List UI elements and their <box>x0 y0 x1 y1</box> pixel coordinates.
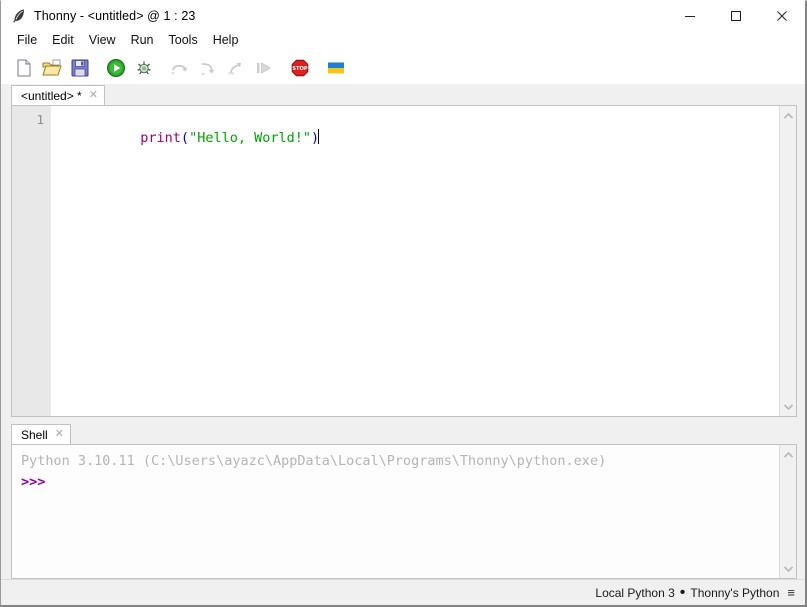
resume-icon <box>253 57 275 79</box>
editor-tab-untitled[interactable]: <untitled> * ✕ <box>11 85 105 105</box>
editor-gutter: 1 <box>12 106 51 416</box>
shell-banner: Python 3.10.11 (C:\Users\ayazc\AppData\L… <box>21 451 779 472</box>
interpreter-variant-label[interactable]: Thonny's Python <box>690 586 779 600</box>
minimize-button[interactable] <box>667 1 713 30</box>
step-over-icon <box>169 57 191 79</box>
window-title: Thonny - <untitled> @ 1 : 23 <box>34 9 195 23</box>
editor-scrollbar[interactable] <box>779 106 796 416</box>
maximize-button[interactable] <box>713 1 759 30</box>
menu-item-help[interactable]: Help <box>206 32 247 49</box>
line-number: 1 <box>12 111 51 129</box>
shell-prompt: >>> <box>21 472 779 493</box>
close-icon[interactable]: ✕ <box>89 90 98 101</box>
scroll-up-icon[interactable] <box>780 448 797 462</box>
open-file-icon[interactable] <box>41 57 63 79</box>
scroll-down-icon[interactable] <box>780 399 797 413</box>
window-controls <box>667 1 805 30</box>
menu-item-view[interactable]: View <box>82 32 124 49</box>
close-button[interactable] <box>759 1 805 30</box>
thonny-window: Thonny - <untitled> @ 1 : 23 Fi <box>0 0 807 607</box>
editor-pane[interactable]: 1 print("Hello, World!") <box>11 105 797 417</box>
status-separator: • <box>680 584 686 602</box>
statusbar: Local Python 3 • Thonny's Python ≡ <box>1 579 805 605</box>
token-open-paren: ( <box>181 130 189 146</box>
shell-scrollbar[interactable] <box>779 445 796 578</box>
menu-item-tools[interactable]: Tools <box>162 32 206 49</box>
run-icon[interactable] <box>105 57 127 79</box>
hamburger-menu-icon[interactable]: ≡ <box>787 586 795 599</box>
code-text-area[interactable]: print("Hello, World!") <box>51 106 779 416</box>
shell-tabstrip: Shell ✕ <box>11 423 797 444</box>
menubar: File Edit View Run Tools Help <box>1 30 805 52</box>
shell-tab-label: Shell <box>21 428 48 442</box>
titlebar: Thonny - <untitled> @ 1 : 23 <box>1 1 805 30</box>
menu-item-file[interactable]: File <box>10 32 45 49</box>
token-string: "Hello, World!" <box>189 130 311 146</box>
toolbar: STOP <box>1 52 805 84</box>
save-file-icon[interactable] <box>69 57 91 79</box>
menu-item-run[interactable]: Run <box>124 32 162 49</box>
step-into-icon <box>197 57 219 79</box>
step-out-icon <box>225 57 247 79</box>
feather-icon <box>10 7 28 25</box>
shell-area: Shell ✕ Python 3.10.11 (C:\Users\ayazc\A… <box>1 417 805 579</box>
interpreter-label[interactable]: Local Python 3 <box>595 586 674 600</box>
debug-icon[interactable] <box>133 57 155 79</box>
scroll-down-icon[interactable] <box>780 561 797 575</box>
code-line-1: print("Hello, World!") <box>59 111 779 165</box>
stop-icon[interactable]: STOP <box>289 57 311 79</box>
editor-tabstrip: <untitled> * ✕ <box>11 84 797 105</box>
shell-tab[interactable]: Shell ✕ <box>11 424 71 444</box>
ukraine-flag-icon[interactable] <box>325 57 347 79</box>
scroll-up-icon[interactable] <box>780 109 797 123</box>
close-icon[interactable]: ✕ <box>55 429 64 440</box>
token-keyword: print <box>140 130 181 146</box>
menu-item-edit[interactable]: Edit <box>45 32 82 49</box>
editor-area: <untitled> * ✕ 1 print("Hello, World!") <box>1 84 805 417</box>
editor-tab-label: <untitled> * <box>21 89 82 103</box>
shell-pane[interactable]: Python 3.10.11 (C:\Users\ayazc\AppData\L… <box>11 444 797 579</box>
new-file-icon[interactable] <box>13 57 35 79</box>
svg-text:STOP: STOP <box>292 66 308 72</box>
shell-output[interactable]: Python 3.10.11 (C:\Users\ayazc\AppData\L… <box>12 445 779 578</box>
text-cursor <box>318 129 319 144</box>
